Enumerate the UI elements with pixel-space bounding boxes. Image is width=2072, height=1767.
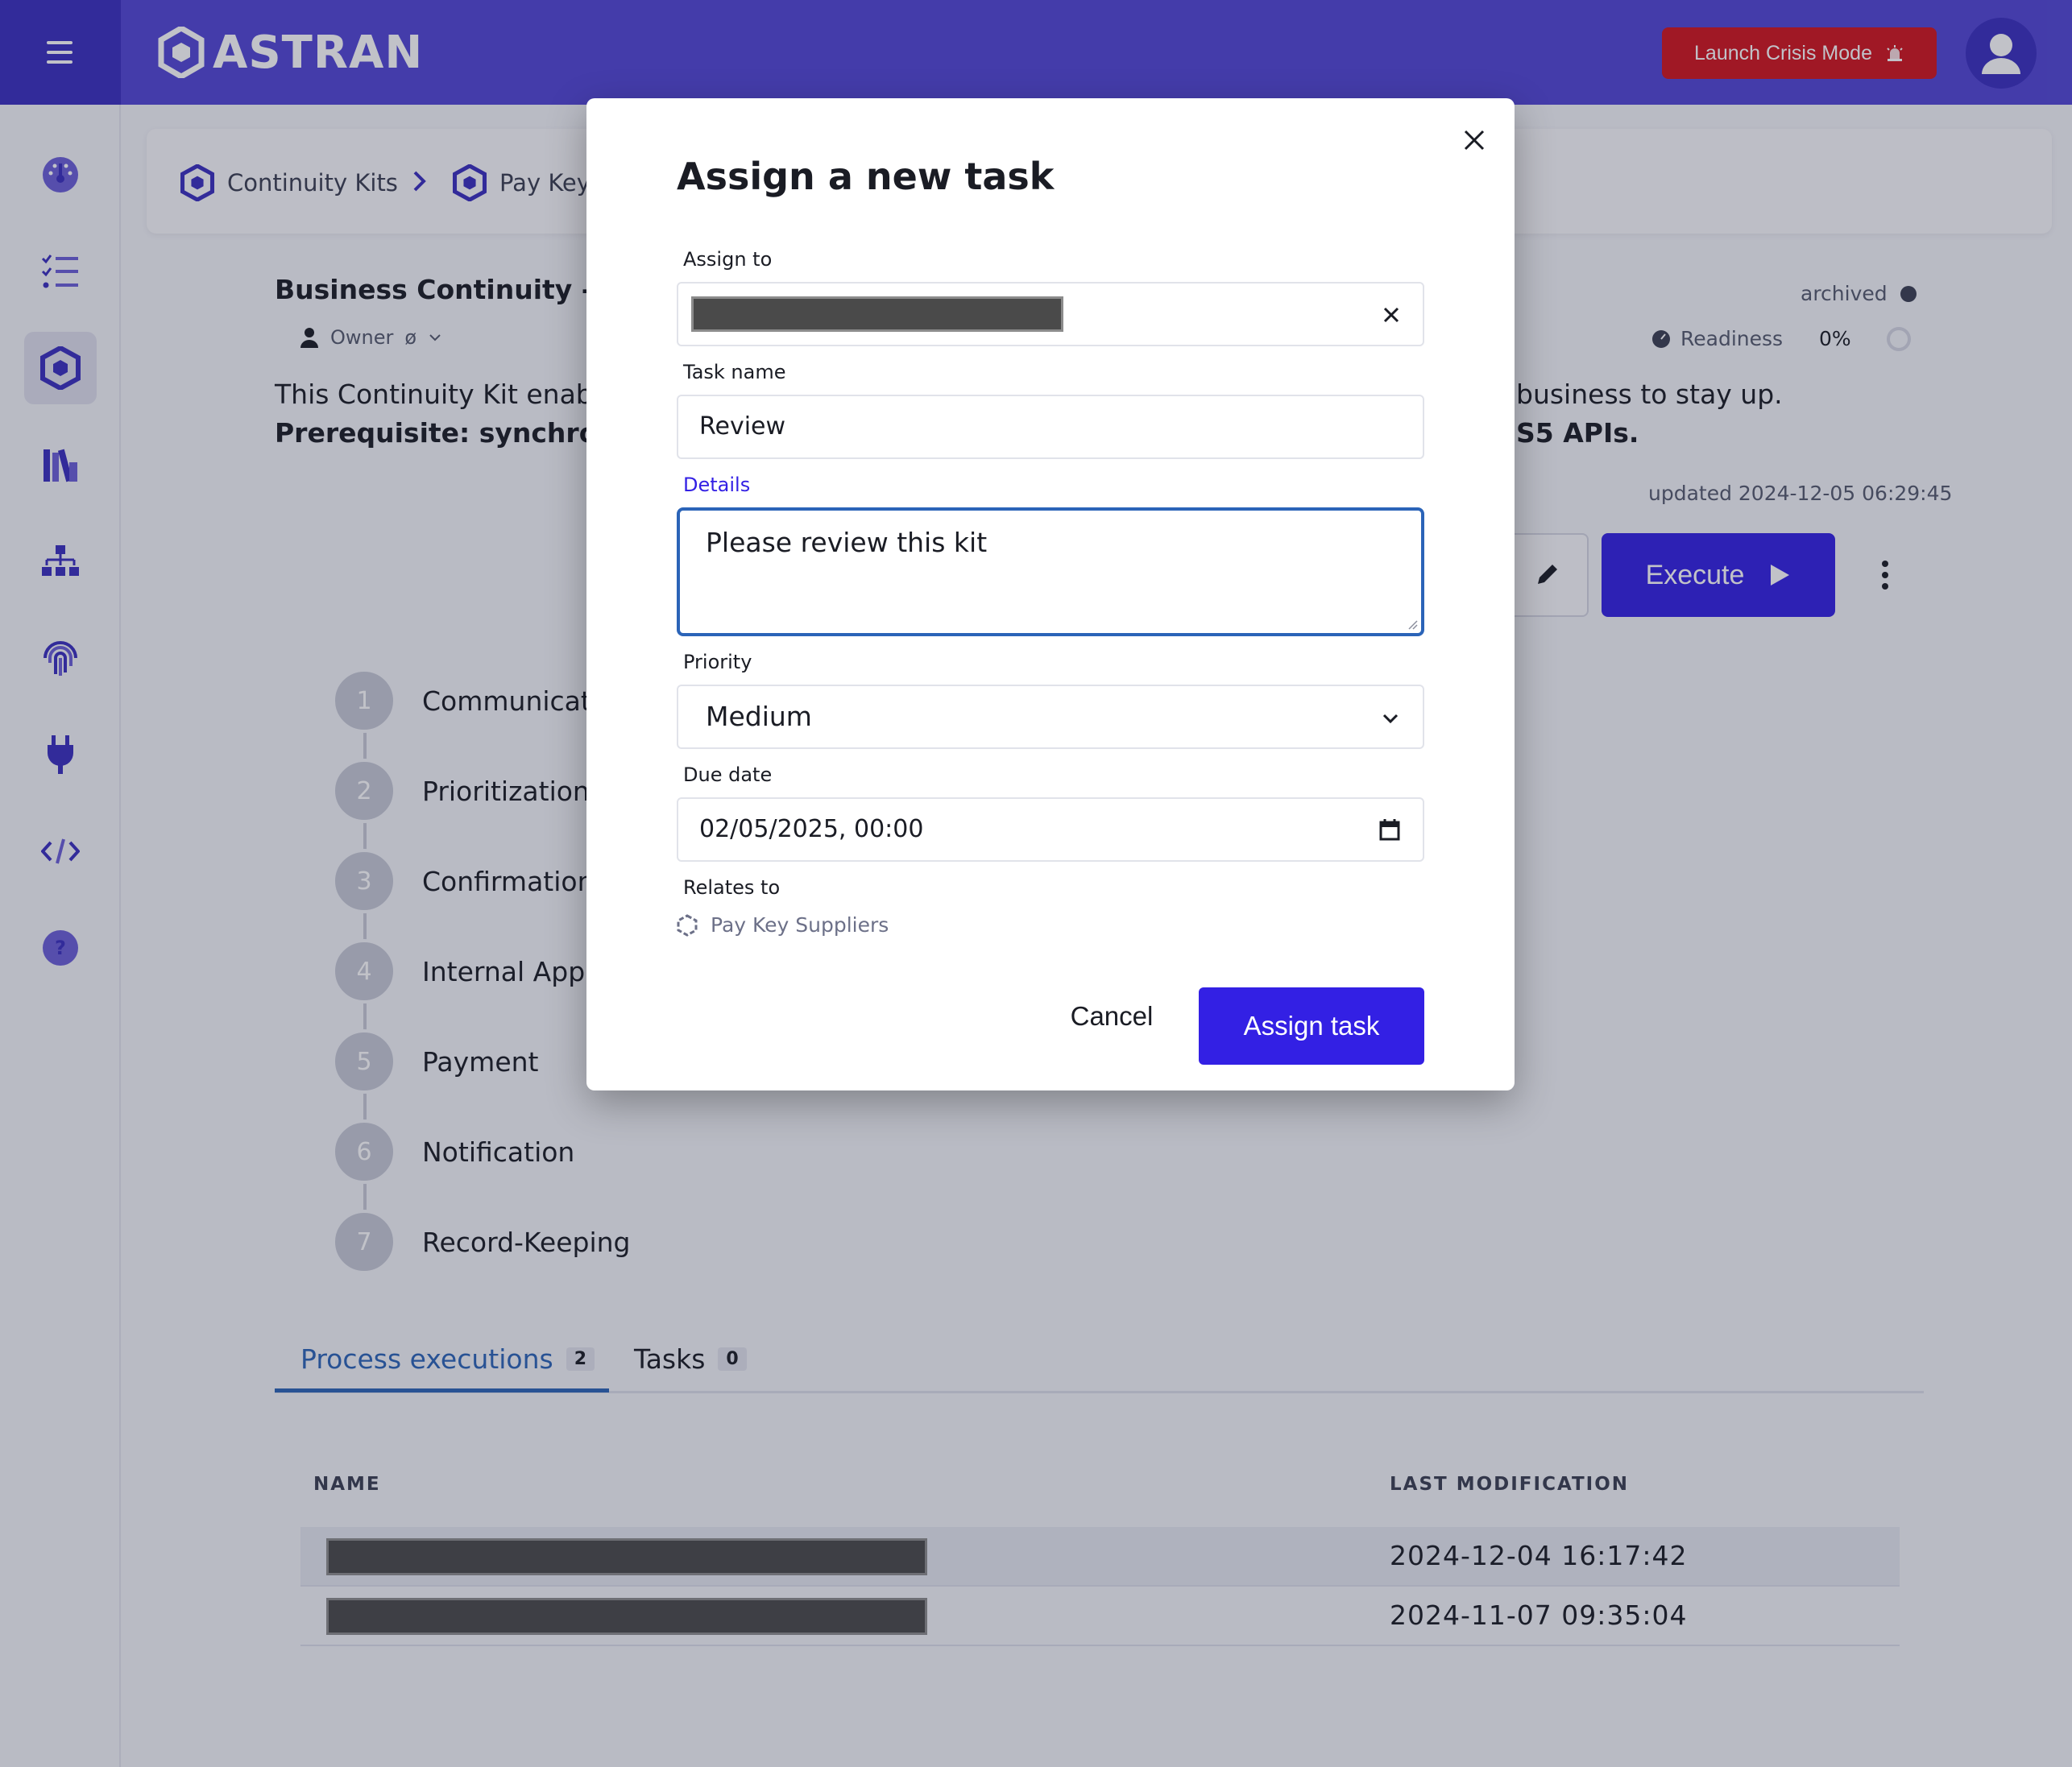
assign-task-dialog: Assign a new task Assign to Task name Re… [586, 98, 1515, 1090]
due-date-input[interactable]: 02/05/2025, 00:00 [677, 797, 1424, 862]
assign-task-button[interactable]: Assign task [1199, 987, 1424, 1065]
redacted-assignee [691, 296, 1063, 332]
kit-icon [677, 913, 698, 937]
priority-select[interactable]: Medium [677, 685, 1424, 749]
details-value: Please review this kit [706, 527, 988, 558]
relates-to-label: Relates to [683, 876, 781, 899]
close-icon [1464, 130, 1485, 151]
relates-to-link[interactable]: Pay Key Suppliers [677, 913, 889, 937]
resize-grip-icon[interactable] [1405, 617, 1418, 630]
priority-value: Medium [706, 701, 812, 732]
task-name-input[interactable]: Review [677, 395, 1424, 459]
task-name-label: Task name [683, 361, 786, 383]
assign-to-label: Assign to [683, 248, 773, 271]
clear-assignee-icon[interactable] [1379, 303, 1403, 327]
details-textarea[interactable]: Please review this kit [677, 507, 1424, 636]
chevron-down-icon [1382, 714, 1399, 724]
details-label: Details [683, 474, 751, 496]
relates-to-value: Pay Key Suppliers [711, 913, 889, 937]
dialog-title: Assign a new task [677, 155, 1055, 198]
due-date-value: 02/05/2025, 00:00 [699, 815, 924, 843]
assign-task-label: Assign task [1243, 1011, 1380, 1041]
cancel-label: Cancel [1070, 1001, 1154, 1031]
task-name-value: Review [699, 412, 786, 441]
priority-label: Priority [683, 651, 752, 673]
cancel-button[interactable]: Cancel [1047, 988, 1176, 1045]
due-date-label: Due date [683, 763, 773, 786]
calendar-icon[interactable] [1379, 818, 1400, 841]
assign-to-field[interactable] [677, 282, 1424, 346]
close-dialog-button[interactable] [1457, 122, 1492, 158]
